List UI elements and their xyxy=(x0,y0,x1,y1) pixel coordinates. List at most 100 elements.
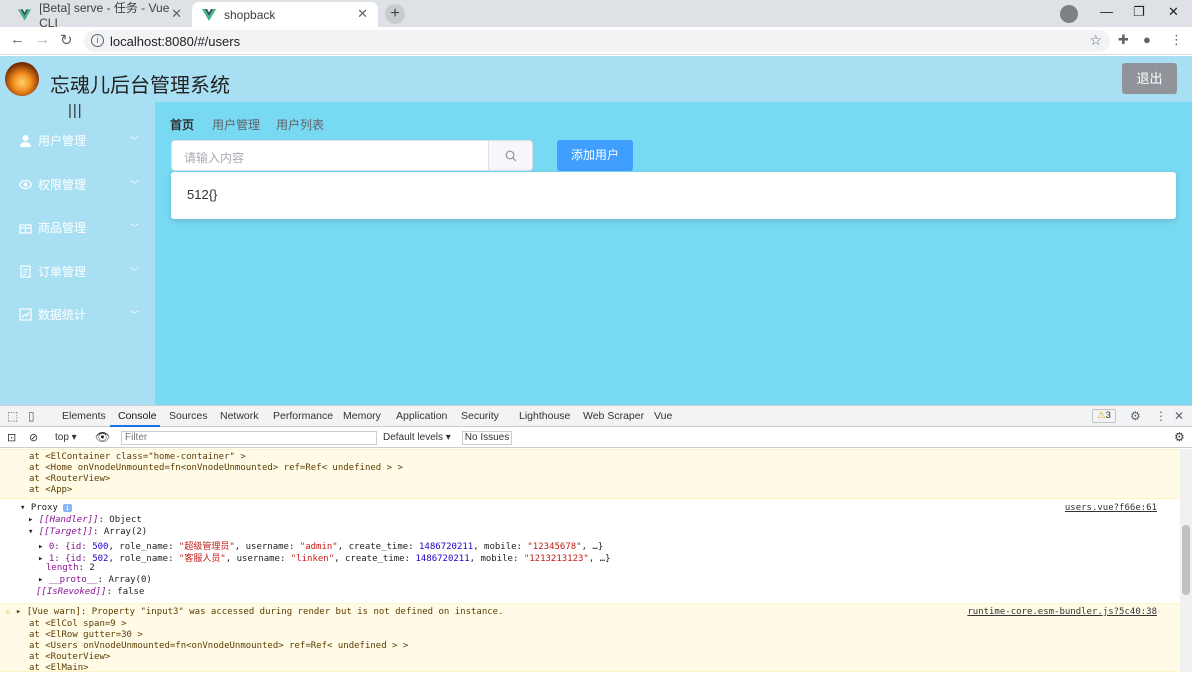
tab-title: [Beta] serve - 任务 - Vue CLI xyxy=(39,1,170,30)
devtools-tab-vue[interactable]: Vue xyxy=(654,410,672,422)
gift-icon xyxy=(19,221,32,234)
console-line: at <ElMain> xyxy=(29,663,89,673)
length-row: length: 2 xyxy=(46,563,95,573)
console-toolbar: ⊡ ⊘ top ▾ 👁 Filter Default levels ▾ No I… xyxy=(0,428,1192,448)
sidebar-item-label: 用户管理 xyxy=(38,133,87,148)
add-user-button[interactable]: 添加用户 xyxy=(557,140,633,171)
warning-count-badge[interactable]: ⚠3 xyxy=(1092,409,1116,423)
devtools-tab-performance[interactable]: Performance xyxy=(273,410,333,422)
tab-title: shopback xyxy=(224,7,276,22)
log-levels-dropdown[interactable]: Default levels ▾ xyxy=(383,432,451,443)
app-header: 忘魂儿后台管理系统 退出 xyxy=(0,56,1192,102)
info-icon[interactable]: i xyxy=(91,34,104,47)
devtools-tab-sources[interactable]: Sources xyxy=(169,410,208,422)
console-line: at <ElCol span=9 > xyxy=(29,619,127,629)
card-text: 512{} xyxy=(187,187,218,202)
tab-strip: [Beta] serve - 任务 - Vue CLI ✕ shopback ✕… xyxy=(0,0,1192,30)
devtools-tab-application[interactable]: Application xyxy=(396,410,447,422)
more-options-icon[interactable]: ⋮ xyxy=(1155,409,1167,423)
breadcrumb-home[interactable]: 首页 xyxy=(170,116,194,133)
close-window-icon[interactable]: ✕ xyxy=(1168,4,1179,20)
users-card: 512{} xyxy=(171,172,1176,219)
new-tab-button[interactable]: + xyxy=(385,4,405,24)
account-icon[interactable]: ● xyxy=(1143,32,1151,47)
issues-button[interactable]: No Issues xyxy=(462,431,512,445)
target-row[interactable]: ▾ [[Target]]: Array(2) xyxy=(28,527,147,537)
chevron-down-icon: ﹀ xyxy=(130,135,140,146)
close-tab-icon[interactable]: ✕ xyxy=(357,6,368,22)
more-menu-icon[interactable]: ⋮ xyxy=(1170,32,1183,48)
logout-button[interactable]: 退出 xyxy=(1122,63,1177,94)
live-expression-eye-icon[interactable]: 👁 xyxy=(95,430,110,444)
user-icon xyxy=(19,134,32,147)
close-devtools-icon[interactable]: ✕ xyxy=(1174,409,1184,423)
address-bar[interactable]: i localhost:8080/#/users ☆ xyxy=(84,30,1110,52)
document-icon xyxy=(19,264,32,278)
app-title: 忘魂儿后台管理系统 xyxy=(50,75,230,97)
context-selector[interactable]: top ▾ xyxy=(55,432,77,443)
active-tab-indicator xyxy=(110,425,160,427)
proto-row[interactable]: ▸ __proto__: Array(0) xyxy=(38,575,152,585)
devtools-tab-memory[interactable]: Memory xyxy=(343,410,381,422)
search-button[interactable] xyxy=(488,140,533,171)
vue-logo-icon xyxy=(202,8,216,21)
target-value: : Array(2) xyxy=(93,527,148,537)
row-text: , role_name: xyxy=(108,554,179,564)
app-container: 忘魂儿后台管理系统 退出 ||| 用户管理 ﹀ 权限管理 ﹀ 商品管理 ﹀ 订单… xyxy=(0,56,1192,405)
sidebar-item-order-management[interactable]: 订单管理 ﹀ xyxy=(0,251,155,291)
search-icon xyxy=(505,150,516,162)
row-text: , …} xyxy=(588,554,611,564)
row-time: 1486720211 xyxy=(415,554,470,564)
minimize-icon[interactable]: — xyxy=(1100,4,1113,19)
target-key: [[Target]] xyxy=(38,527,94,537)
proxy-row[interactable]: ▾ Proxy i xyxy=(20,503,72,513)
console-line: at <Home onVnodeUnmounted=fn<onVnodeUnmo… xyxy=(29,463,403,473)
proxy-label: Proxy xyxy=(30,503,58,513)
settings-gear-icon[interactable]: ⚙ xyxy=(1130,409,1141,423)
console-settings-icon[interactable]: ⚙ xyxy=(1174,430,1185,444)
revoked-key: [[IsRevoked]] xyxy=(36,587,107,597)
devtools-tab-network[interactable]: Network xyxy=(220,410,259,422)
clear-console-icon[interactable]: ⊘ xyxy=(29,431,38,444)
inspect-element-icon[interactable]: ⬚ xyxy=(7,409,18,423)
devtools-tab-elements[interactable]: Elements xyxy=(62,410,106,422)
browser-tab-shopback[interactable]: shopback ✕ xyxy=(192,2,378,27)
sidebar-item-label: 权限管理 xyxy=(38,177,87,192)
console-line: at <RouterView> xyxy=(29,474,111,484)
sidebar-toggle[interactable]: ||| xyxy=(68,102,83,119)
close-tab-icon[interactable]: ✕ xyxy=(171,6,182,22)
sidebar-item-user-management[interactable]: 用户管理 ﹀ xyxy=(0,120,155,160)
back-icon[interactable]: ← xyxy=(10,31,25,48)
console-filter-input[interactable]: Filter xyxy=(121,431,377,445)
browser-chrome: [Beta] serve - 任务 - Vue CLI ✕ shopback ✕… xyxy=(0,0,1192,55)
sidebar-item-goods-management[interactable]: 商品管理 ﹀ xyxy=(0,207,155,247)
devtools-tab-lighthouse[interactable]: Lighthouse xyxy=(519,410,570,422)
search-input[interactable]: 请输入内容 xyxy=(171,140,489,171)
sidebar-item-label: 订单管理 xyxy=(38,264,87,279)
sidebar-toggle-icon[interactable]: ⊡ xyxy=(7,431,16,444)
device-toolbar-icon[interactable]: ▯ xyxy=(28,409,35,423)
devtools-tab-security[interactable]: Security xyxy=(461,410,499,422)
scrollbar-thumb[interactable] xyxy=(1182,525,1190,595)
devtools-tab-console[interactable]: Console xyxy=(118,410,157,422)
sidebar-item-data-statistics[interactable]: 数据统计 ﹀ xyxy=(0,294,155,334)
context-label: top xyxy=(55,432,69,443)
maximize-icon[interactable]: ❐ xyxy=(1133,4,1145,20)
extensions-icon[interactable]: ✚ xyxy=(1118,32,1129,48)
browser-tab-vue-cli[interactable]: [Beta] serve - 任务 - Vue CLI ✕ xyxy=(8,1,192,30)
console-log-proxy: ▾ Proxy i users.vue?f66e:61 ▸ [[Handler]… xyxy=(0,500,1180,603)
console-scrollbar[interactable] xyxy=(1180,449,1192,672)
forward-icon[interactable]: → xyxy=(35,31,50,48)
devtools-tab-web-scraper[interactable]: Web Scraper xyxy=(583,410,644,422)
chevron-down-icon: ﹀ xyxy=(130,309,140,320)
source-link[interactable]: runtime-core.esm-bundler.js?5c40:38 xyxy=(967,607,1157,617)
bookmark-star-icon[interactable]: ☆ xyxy=(1089,32,1102,49)
chart-icon xyxy=(19,307,32,321)
source-link[interactable]: users.vue?f66e:61 xyxy=(1065,503,1157,513)
sidebar-item-permission-management[interactable]: 权限管理 ﹀ xyxy=(0,164,155,204)
reload-icon[interactable]: ↻ xyxy=(60,31,73,49)
handler-row[interactable]: ▸ [[Handler]]: Object xyxy=(28,515,142,525)
profile-icon[interactable] xyxy=(1060,5,1078,23)
array-row-1[interactable]: ▸ 1: {id: 502, role_name: "客服人员", userna… xyxy=(38,551,611,564)
vue-warning-line[interactable]: ⚠ ▸ [Vue warn]: Property "input3" was ac… xyxy=(5,607,504,617)
